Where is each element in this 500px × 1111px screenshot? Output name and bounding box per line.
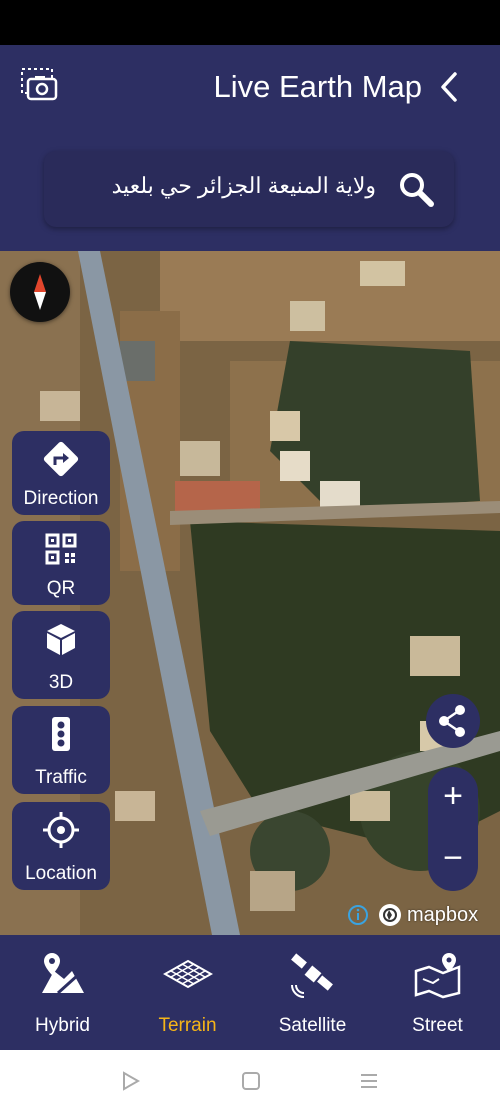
tab-terrain-label: Terrain: [158, 1015, 217, 1036]
location-button[interactable]: Location: [12, 802, 110, 890]
tab-street[interactable]: Street: [375, 935, 500, 1050]
system-menu-button[interactable]: [358, 1070, 380, 1092]
menu-lines-icon: [361, 1074, 377, 1088]
tab-hybrid-label: Hybrid: [35, 1015, 90, 1036]
qr-icon: [45, 533, 77, 565]
back-button[interactable]: [436, 69, 462, 105]
terrain-grid-icon: [163, 959, 213, 989]
attribution-info-button[interactable]: [347, 904, 369, 926]
street-map-icon: [414, 953, 461, 999]
tab-terrain[interactable]: Terrain: [125, 935, 250, 1050]
3d-label: 3D: [48, 672, 74, 693]
tab-hybrid[interactable]: Hybrid: [0, 935, 125, 1050]
tab-satellite-label: Satellite: [278, 1015, 347, 1036]
search-query-text[interactable]: ولاية المنيعة الجزائر حي بلعيد: [112, 173, 376, 199]
app-header: Live Earth Map ولاية المنيعة الجزائر حي …: [0, 45, 500, 251]
status-bar: [0, 0, 500, 45]
zoom-in-button[interactable]: +: [428, 767, 478, 829]
compass-button[interactable]: [10, 262, 70, 322]
screenshot-camera-button[interactable]: [20, 67, 60, 103]
locate-icon: [43, 812, 79, 848]
satellite-icon: [291, 953, 333, 998]
mapbox-logo: mapbox: [378, 902, 478, 928]
zoom-controls: + −: [428, 767, 478, 891]
map-type-nav: Hybrid Terrain Satellite Street: [0, 935, 500, 1050]
satellite-map-view[interactable]: Direction QR 3D Traffic Location + − map…: [0, 251, 500, 935]
system-navigation-bar: [0, 1050, 500, 1111]
square-icon: [242, 1072, 260, 1090]
tab-satellite[interactable]: Satellite: [250, 935, 375, 1050]
direction-label: Direction: [23, 488, 99, 509]
chevron-left-icon: [441, 72, 457, 102]
info-icon: [348, 905, 368, 925]
system-home-button[interactable]: [240, 1070, 262, 1092]
play-triangle-icon: [123, 1071, 141, 1091]
tab-street-label: Street: [412, 1015, 463, 1036]
share-icon: [439, 705, 465, 737]
hybrid-map-icon: [42, 953, 84, 995]
traffic-light-icon: [52, 717, 70, 751]
search-icon[interactable]: [396, 169, 436, 209]
traffic-button[interactable]: Traffic: [12, 706, 110, 794]
location-label: Location: [25, 863, 97, 884]
camera-icon: [21, 68, 58, 101]
page-title: Live Earth Map: [213, 69, 423, 104]
qr-button[interactable]: QR: [12, 521, 110, 605]
share-button[interactable]: [426, 694, 480, 748]
traffic-label: Traffic: [35, 767, 87, 788]
zoom-out-button[interactable]: −: [428, 829, 478, 891]
mapbox-wordmark: mapbox: [407, 903, 479, 926]
compass-icon: [34, 274, 46, 310]
system-back-button[interactable]: [120, 1070, 142, 1092]
search-field[interactable]: ولاية المنيعة الجزائر حي بلعيد: [44, 151, 454, 227]
qr-label: QR: [46, 578, 76, 599]
mapbox-mark-icon: [379, 904, 401, 926]
3d-button[interactable]: 3D: [12, 611, 110, 699]
direction-button[interactable]: Direction: [12, 431, 110, 515]
direction-icon: [43, 441, 79, 477]
cube-3d-icon: [47, 624, 75, 655]
